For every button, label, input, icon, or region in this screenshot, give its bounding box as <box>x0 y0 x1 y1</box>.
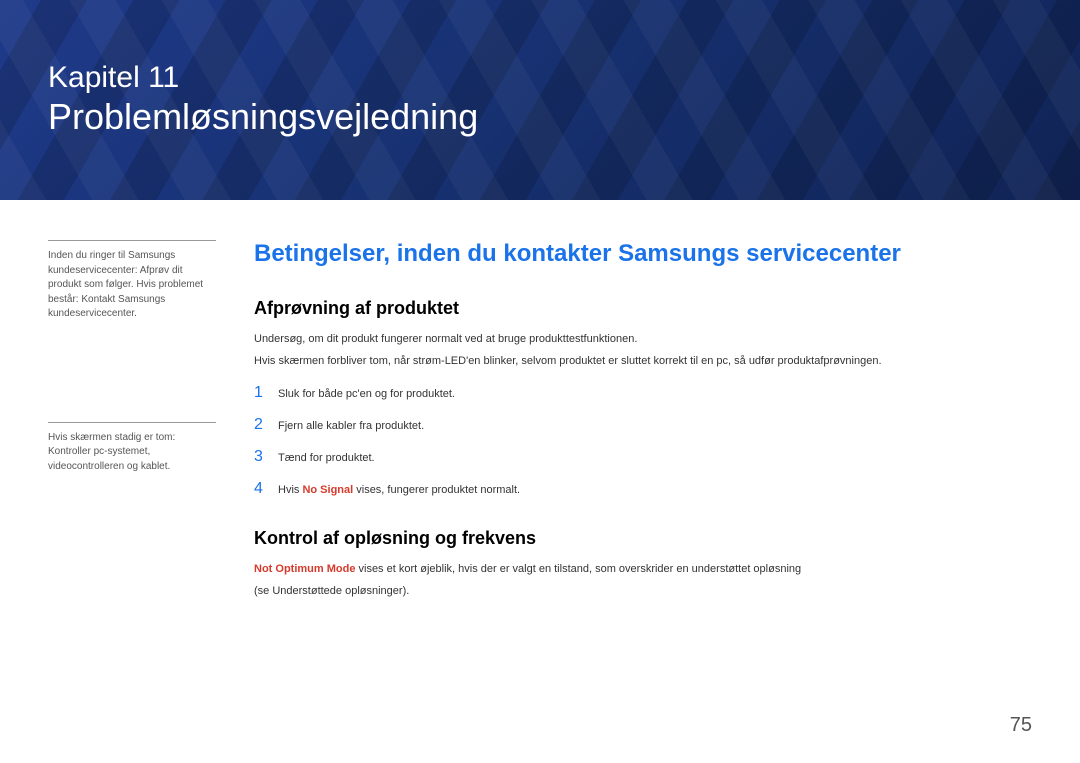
step-number: 3 <box>254 448 278 466</box>
step-text: Tænd for produktet. <box>278 452 375 464</box>
step-text: Fjern alle kabler fra produktet. <box>278 420 424 432</box>
step-1: 1 Sluk for både pc'en og for produktet. <box>254 384 1032 402</box>
step-number: 2 <box>254 416 278 434</box>
step-text: Sluk for både pc'en og for produktet. <box>278 388 455 400</box>
steps-list: 1 Sluk for både pc'en og for produktet. … <box>254 384 1032 498</box>
chapter-title: Problemløsningsvejledning <box>48 96 1080 137</box>
step-2: 2 Fjern alle kabler fra produktet. <box>254 416 1032 434</box>
side-note-2: Hvis skærmen stadig er tom: Kontroller p… <box>48 422 216 475</box>
side-note-1: Inden du ringer til Samsungs kundeservic… <box>48 240 216 322</box>
main-column: Betingelser, inden du kontakter Samsungs… <box>236 240 1032 604</box>
section-title: Betingelser, inden du kontakter Samsungs… <box>254 240 1032 268</box>
step-4: 4 Hvis No Signal vises, fungerer produkt… <box>254 480 1032 498</box>
step-number: 1 <box>254 384 278 402</box>
subsection-1-title: Afprøvning af produktet <box>254 298 1032 319</box>
subsection-2-title: Kontrol af opløsning og frekvens <box>254 528 1032 549</box>
page-content: Inden du ringer til Samsungs kundeservic… <box>0 200 1080 604</box>
page-number: 75 <box>1010 714 1032 737</box>
chapter-label: Kapitel 11 <box>48 60 1080 96</box>
subsection-2-p1: Not Optimum Mode vises et kort øjeblik, … <box>254 561 1032 579</box>
step-3: 3 Tænd for produktet. <box>254 448 1032 466</box>
no-signal-label: No Signal <box>302 484 353 496</box>
not-optimum-mode-label: Not Optimum Mode <box>254 563 355 575</box>
step-text: Hvis No Signal vises, fungerer produktet… <box>278 484 520 496</box>
subsection-2-p2: (se Understøttede opløsninger). <box>254 583 1032 601</box>
subsection-1-p1: Undersøg, om dit produkt fungerer normal… <box>254 331 1032 349</box>
step-number: 4 <box>254 480 278 498</box>
subsection-1-p2: Hvis skærmen forbliver tom, når strøm-LE… <box>254 353 1032 371</box>
chapter-banner: Kapitel 11 Problemløsningsvejledning <box>0 0 1080 200</box>
sidebar: Inden du ringer til Samsungs kundeservic… <box>48 240 236 604</box>
